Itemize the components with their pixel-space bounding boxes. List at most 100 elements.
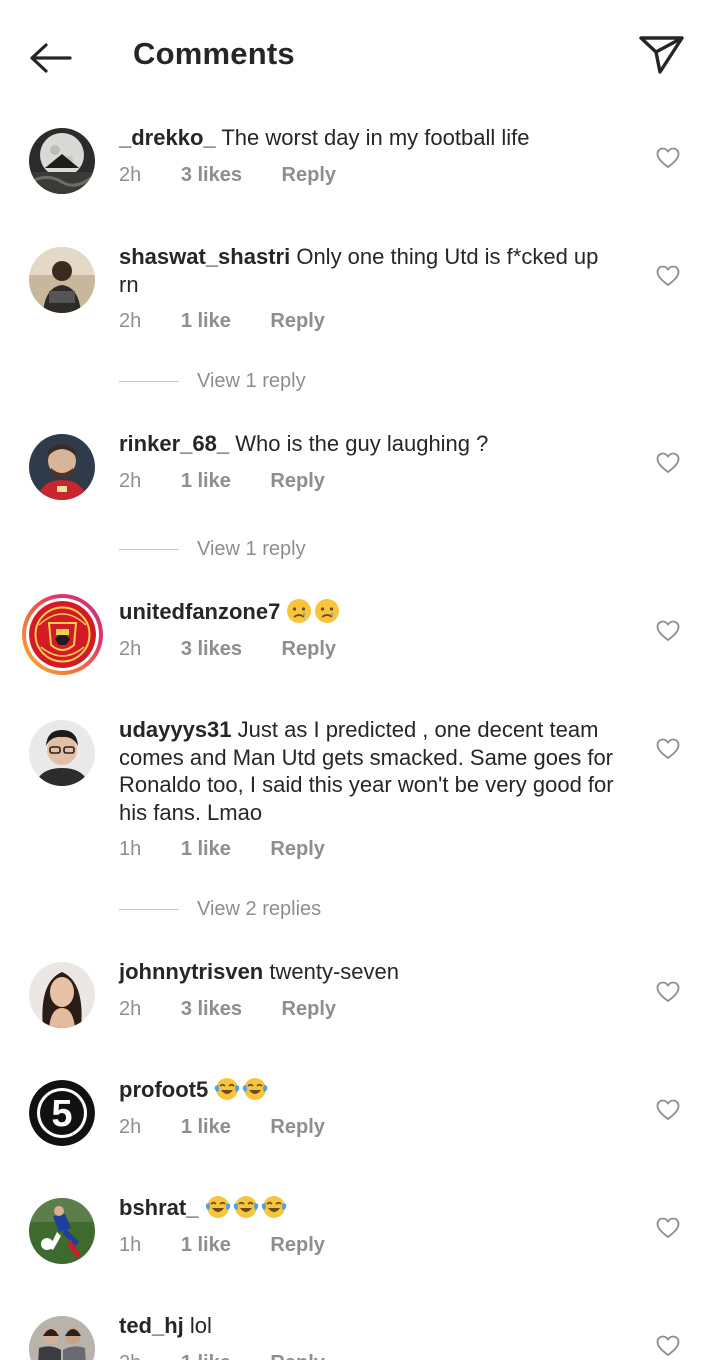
top-bar: Comments (0, 0, 720, 112)
avatar[interactable] (29, 962, 95, 1028)
heart-icon (656, 738, 680, 759)
football-action-avatar-image (29, 1198, 95, 1264)
replies-divider (119, 380, 179, 383)
comment-likes[interactable]: 1 like (181, 838, 231, 860)
back-button[interactable] (26, 34, 76, 84)
person-avatar-image (29, 962, 95, 1028)
comment-meta: 2h 1 like Reply (119, 1352, 359, 1360)
comment-likes[interactable]: 3 likes (181, 998, 242, 1020)
comment-username[interactable]: bshrat_ (119, 1195, 198, 1220)
comment-text: udayyys31 Just as I predicted , one dece… (119, 716, 624, 826)
view-replies-button[interactable]: View 1 reply (119, 370, 306, 393)
share-button[interactable] (636, 30, 688, 80)
reply-button[interactable]: Reply (270, 470, 324, 492)
comment-likes[interactable]: 1 like (181, 310, 231, 332)
comment-text: shaswat_shastri Only one thing Utd is f*… (119, 243, 624, 298)
replies-divider (119, 908, 179, 911)
reply-button[interactable]: Reply (282, 164, 336, 186)
tears-of-joy-icon (215, 1078, 240, 1100)
comment-text: johnnytrisven twenty-seven (119, 958, 624, 986)
heart-icon (656, 1099, 680, 1120)
comment-username[interactable]: rinker_68_ (119, 431, 229, 456)
person-avatar-image (29, 720, 95, 786)
reply-button[interactable]: Reply (282, 638, 336, 660)
comment-text: bshrat_ (119, 1194, 624, 1222)
like-button[interactable] (656, 1335, 680, 1357)
comment-username[interactable]: ted_hj (119, 1313, 184, 1338)
avatar-with-story-ring[interactable] (22, 594, 103, 675)
comment-username[interactable]: shaswat_shastri (119, 244, 290, 269)
comment-time: 2h (119, 1116, 142, 1138)
like-button[interactable] (656, 147, 680, 169)
comment-meta: 2h 1 like Reply (119, 310, 359, 333)
like-button[interactable] (656, 452, 680, 474)
heart-icon (656, 147, 680, 168)
like-button[interactable] (656, 981, 680, 1003)
heart-icon (656, 981, 680, 1002)
avatar-number-label: 5 (51, 1093, 72, 1135)
comment-username[interactable]: profoot5 (119, 1077, 208, 1102)
comment-time: 2h (119, 470, 142, 492)
comment-username[interactable]: udayyys31 (119, 717, 232, 742)
heart-icon (656, 620, 680, 641)
reply-button[interactable]: Reply (270, 310, 324, 332)
comment-message: Who is the guy laughing ? (235, 431, 489, 456)
comment-likes[interactable]: 3 likes (181, 638, 242, 660)
avatar[interactable] (29, 247, 95, 313)
moon-avatar-image (29, 128, 95, 194)
comment-likes[interactable]: 1 like (181, 1234, 231, 1256)
comment-meta: 1h 1 like Reply (119, 838, 359, 861)
like-button[interactable] (656, 1217, 680, 1239)
comment-username[interactable]: johnnytrisven (119, 959, 263, 984)
comment-meta: 2h 1 like Reply (119, 1116, 359, 1139)
person-avatar-image (29, 247, 95, 313)
comment-likes[interactable]: 1 like (181, 1116, 231, 1138)
comment-text: _drekko_ The worst day in my football li… (119, 124, 624, 152)
comment-meta: 2h 3 likes Reply (119, 638, 370, 661)
view-replies-label: View 1 reply (197, 538, 306, 560)
reply-button[interactable]: Reply (270, 1116, 324, 1138)
comment-message: The worst day in my football life (221, 125, 530, 150)
like-button[interactable] (656, 620, 680, 642)
like-button[interactable] (656, 1099, 680, 1121)
comment-time: 2h (119, 164, 142, 186)
comment-time: 1h (119, 1234, 142, 1256)
reply-button[interactable]: Reply (270, 1352, 324, 1360)
club-crest-icon (29, 601, 96, 668)
comment-message: twenty-seven (269, 959, 399, 984)
reply-button[interactable]: Reply (282, 998, 336, 1020)
comment-likes[interactable]: 1 like (181, 1352, 231, 1360)
reply-button[interactable]: Reply (270, 838, 324, 860)
comment-likes[interactable]: 1 like (181, 470, 231, 492)
comment-message: lol (189, 1313, 212, 1338)
view-replies-button[interactable]: View 1 reply (119, 538, 306, 561)
avatar[interactable]: 5 (29, 1080, 95, 1146)
like-button[interactable] (656, 265, 680, 287)
avatar[interactable] (29, 1198, 95, 1264)
comment-time: 1h (119, 838, 142, 860)
reply-button[interactable]: Reply (270, 1234, 324, 1256)
view-replies-label: View 1 reply (197, 370, 306, 392)
avatar[interactable] (29, 720, 95, 786)
avatar[interactable] (29, 128, 95, 194)
view-replies-button[interactable]: View 2 replies (119, 898, 321, 921)
comment-meta: 1h 1 like Reply (119, 1234, 359, 1257)
heart-icon (656, 265, 680, 286)
comment-meta: 2h 1 like Reply (119, 470, 359, 493)
avatar-inner (26, 598, 99, 671)
number-five-avatar-image: 5 (29, 1080, 95, 1146)
tears-of-joy-icon (261, 1196, 286, 1218)
comment-text: unitedfanzone7 (119, 598, 624, 626)
comment-time: 2h (119, 638, 142, 660)
view-replies-label: View 2 replies (197, 898, 322, 920)
like-button[interactable] (656, 738, 680, 760)
paper-plane-icon (639, 36, 684, 74)
replies-divider (119, 548, 179, 551)
avatar[interactable] (29, 434, 95, 500)
comment-username[interactable]: _drekko_ (119, 125, 216, 150)
comment-likes[interactable]: 3 likes (181, 164, 242, 186)
comment-time: 2h (119, 998, 142, 1020)
tears-of-joy-icon (233, 1196, 258, 1218)
avatar[interactable] (29, 1316, 95, 1360)
comment-username[interactable]: unitedfanzone7 (119, 599, 280, 624)
